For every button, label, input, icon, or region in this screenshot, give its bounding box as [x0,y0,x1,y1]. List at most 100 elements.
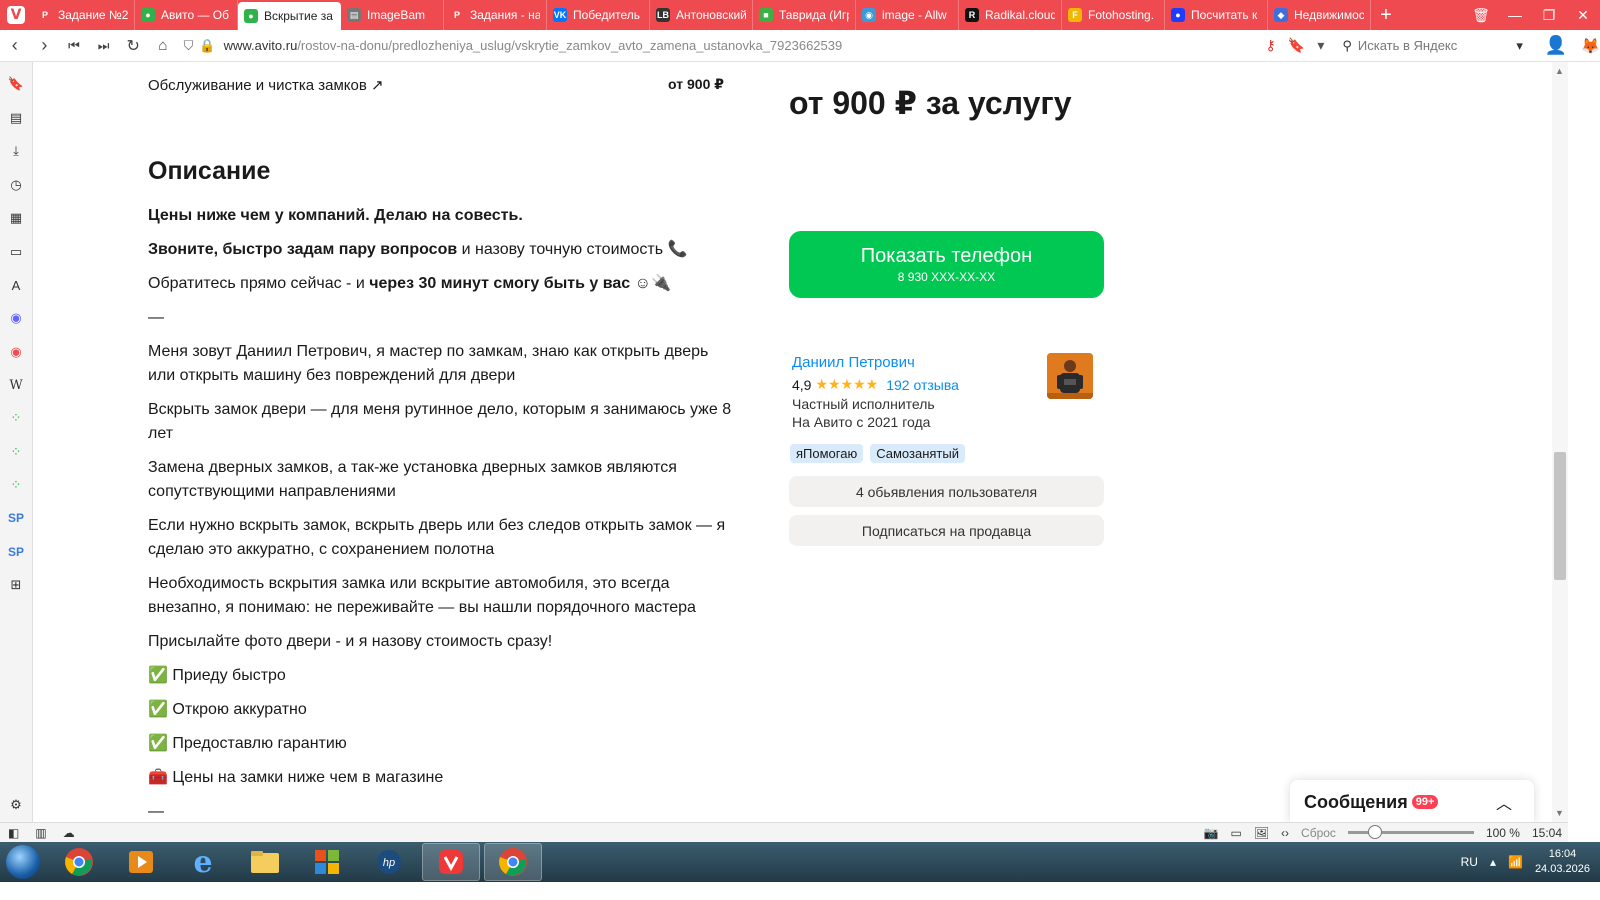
network-signal-icon[interactable]: 📶 [1508,855,1523,869]
seller-badge[interactable]: яПомогаю [790,444,864,463]
sp-panel-icon[interactable]: SP [6,508,26,528]
tray-expand-icon[interactable]: ▴ [1490,855,1496,869]
taskbar-clock[interactable]: 16:04 24.03.2026 [1535,847,1590,877]
add-panel-icon[interactable]: ⊞ [6,575,26,595]
panel-toggle-icon[interactable]: ◧ [8,826,19,840]
tab-favicon-icon: ▤ [347,8,361,22]
bookmark-icon[interactable]: 🔖 [1288,37,1305,54]
avito-panel-icon[interactable]: ⁘ [6,408,26,428]
sync-cloud-icon[interactable]: ☁ [63,826,75,840]
seller-ads-button[interactable]: 4 обьявления пользователя [789,476,1104,507]
start-button[interactable] [0,842,46,882]
mastodon-icon[interactable]: ◉ [6,308,26,328]
seller-avatar[interactable] [1047,353,1093,399]
trash-icon[interactable]: 🗑 [1464,7,1498,24]
paragraph-text: Вскрыть замок двери — для меня рутинное … [148,401,732,442]
wikipedia-icon[interactable]: W [6,375,26,395]
messages-widget[interactable]: Сообщения 99+ ︿ [1290,780,1534,822]
forward-button[interactable]: › [30,35,60,56]
explorer-taskbar-button[interactable] [236,843,294,881]
capture-icon[interactable]: 📷 [1204,826,1219,840]
folder-icon [251,851,279,873]
chrome-taskbar-button[interactable] [50,843,108,881]
avito-panel-icon-3[interactable]: ⁘ [6,475,26,495]
zoom-reset-button[interactable]: Сброс [1301,826,1336,840]
home-button[interactable]: ⌂ [148,37,178,54]
hp-taskbar-button[interactable]: hp [360,843,418,881]
tab-7[interactable]: ■ Таврида (Игр [753,0,856,30]
show-phone-button[interactable]: Показать телефон 8 930 XXX-XX-XX [789,231,1104,298]
key-icon[interactable]: ⚷ [1266,37,1276,54]
chrome-2-taskbar-button[interactable] [484,843,542,881]
window-icon[interactable]: ▭ [1230,826,1241,840]
status-clock: 15:04 [1531,825,1562,840]
ie-taskbar-button[interactable]: e [174,843,232,881]
control-panel-icon [315,850,339,874]
notes-icon[interactable]: ▦ [6,208,26,228]
tab-11[interactable]: ● Посчитать к [1165,0,1268,30]
paragraph-text: ✅ Открою аккуратно [148,701,307,718]
zoom-slider-knob[interactable] [1367,825,1382,839]
reading-list-icon[interactable]: ▤ [6,108,26,128]
tab-label: Антоновский [676,8,746,22]
back-button[interactable]: ‹ [0,35,30,56]
avito-panel-icon-2[interactable]: ⁘ [6,442,26,462]
tab-9[interactable]: R Radikal.cloud [959,0,1062,30]
tab-1[interactable]: ● Авито — Об [135,0,238,30]
language-indicator[interactable]: RU [1461,855,1478,869]
vivaldi-taskbar-button[interactable] [422,843,480,881]
tab-10[interactable]: F Fotohosting. [1062,0,1165,30]
search-input[interactable]: ⚲ Искать в Яндекс ▾ [1336,34,1529,58]
dropdown-icon[interactable]: ▾ [1317,37,1324,54]
search-engine-dropdown-icon[interactable]: ▾ [1516,38,1523,54]
vivaldi-icon[interactable]: ◉ [6,342,26,362]
chevron-up-icon[interactable]: ︿ [1496,790,1512,814]
scroll-down-icon[interactable]: ▼ [1555,808,1564,818]
service-row-label[interactable]: Обслуживание и чистка замков ↗ [148,76,384,94]
reviews-link[interactable]: 192 отзыва [886,377,959,393]
tab-label: Задание №2 [58,8,128,22]
url-action-icons: ⚷ 🔖 ▾ [1266,37,1325,54]
close-button[interactable]: ✕ [1566,7,1600,24]
tab-0[interactable]: P Задание №2 [32,0,135,30]
minimize-button[interactable]: — [1498,7,1532,23]
scroll-up-icon[interactable]: ▲ [1555,66,1564,76]
vivaldi-menu-button[interactable]: V [0,0,32,30]
zoom-slider[interactable] [1347,825,1474,839]
description-paragraph: Звоните, быстро задам пару вопросов и на… [148,238,738,262]
seller-badge[interactable]: Самозанятый [870,444,965,463]
tab-2[interactable]: ● Вскрытие за [238,2,341,30]
page-scrollbar[interactable]: ▲ ▼ [1552,62,1568,822]
tab-8[interactable]: ◉ image - Allw [856,0,959,30]
seller-name-link[interactable]: Даниил Петрович [792,354,915,371]
rewind-button[interactable]: ⏮ [59,38,89,54]
tab-6[interactable]: LB Антоновский [650,0,753,30]
maximize-button[interactable]: ❐ [1532,7,1566,24]
subscribe-seller-button[interactable]: Подписаться на продавца [789,515,1104,546]
sp-panel-icon-2[interactable]: SP [6,542,26,562]
translate-icon[interactable]: A [6,275,26,295]
history-icon[interactable]: ◷ [6,175,26,195]
fast-forward-button[interactable]: ⏭ [89,38,119,54]
downloads-icon[interactable]: ⤓ [6,141,26,161]
tab-12[interactable]: ◆ Недвижимос [1268,0,1371,30]
paragraph-text: ✅ Приеду быстро [148,667,286,684]
profile-icon[interactable]: 👤 [1545,35,1567,56]
tab-3[interactable]: ▤ ImageBam [341,0,444,30]
media-player-taskbar-button[interactable] [112,843,170,881]
window-panel-icon[interactable]: ▭ [6,242,26,262]
scroll-thumb[interactable] [1554,452,1566,580]
code-icon[interactable]: ‹› [1281,826,1289,840]
bookmarks-icon[interactable]: 🔖 [6,74,26,94]
settings-icon[interactable]: ⚙ [6,795,26,815]
service-row[interactable]: Обслуживание и чистка замков ↗ от 900 ₽ [148,76,724,94]
image-toggle-icon[interactable]: 🖼 [1254,826,1269,840]
tab-5[interactable]: VK Победитель [547,0,650,30]
control-panel-taskbar-button[interactable] [298,843,356,881]
extension-icon[interactable]: 🦊 [1581,37,1600,55]
tile-tabs-icon[interactable]: ▥ [35,826,46,840]
reload-button[interactable]: ↻ [118,36,148,56]
new-tab-button[interactable]: + [1371,0,1401,30]
url-field[interactable]: ⛉ 🔒 www.avito.ru/rostov-na-donu/predlozh… [178,38,1258,54]
tab-4[interactable]: P Задания - на [444,0,547,30]
